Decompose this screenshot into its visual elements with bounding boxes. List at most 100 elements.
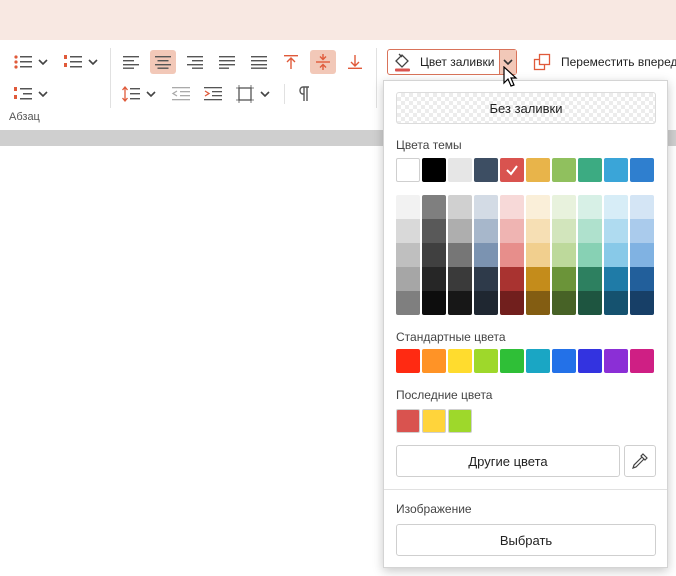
theme-shade-swatch[interactable] xyxy=(526,243,550,267)
theme-shade-swatch[interactable] xyxy=(552,195,576,219)
bring-forward-button[interactable]: Переместить вперед xyxy=(533,50,676,74)
standard-color-swatch[interactable] xyxy=(396,349,420,373)
theme-shade-swatch[interactable] xyxy=(500,291,524,315)
multilevel-dropdown-chevron-icon[interactable] xyxy=(37,82,49,106)
theme-color-swatch[interactable] xyxy=(448,158,472,182)
theme-shade-swatch[interactable] xyxy=(526,267,550,291)
theme-color-swatch[interactable] xyxy=(396,158,420,182)
theme-shade-swatch[interactable] xyxy=(396,219,420,243)
bullets-dropdown-chevron-icon[interactable] xyxy=(37,50,49,74)
text-box-margins-button[interactable] xyxy=(232,82,258,106)
standard-color-swatch[interactable] xyxy=(474,349,498,373)
theme-shade-swatch[interactable] xyxy=(578,267,602,291)
increase-indent-button[interactable] xyxy=(200,82,226,106)
numbering-dropdown-chevron-icon[interactable] xyxy=(87,50,99,74)
theme-shade-swatch[interactable] xyxy=(422,243,446,267)
standard-color-swatch[interactable] xyxy=(630,349,654,373)
theme-color-swatch[interactable] xyxy=(604,158,628,182)
theme-shade-swatch[interactable] xyxy=(604,195,628,219)
fill-color-button[interactable]: Цвет заливки xyxy=(387,49,517,75)
theme-shade-swatch[interactable] xyxy=(396,243,420,267)
multilevel-list-button[interactable] xyxy=(10,82,36,106)
theme-shade-swatch[interactable] xyxy=(578,291,602,315)
theme-shade-swatch[interactable] xyxy=(474,195,498,219)
theme-shade-swatch[interactable] xyxy=(396,195,420,219)
theme-shade-swatch[interactable] xyxy=(422,219,446,243)
justify-button[interactable] xyxy=(214,50,240,74)
align-middle-button[interactable] xyxy=(310,50,336,74)
standard-color-swatch[interactable] xyxy=(422,349,446,373)
standard-color-swatch[interactable] xyxy=(578,349,602,373)
theme-color-swatch[interactable] xyxy=(552,158,576,182)
theme-shade-swatch[interactable] xyxy=(396,291,420,315)
theme-shade-swatch[interactable] xyxy=(448,219,472,243)
show-formatting-marks-button[interactable] xyxy=(291,82,317,106)
bullets-button[interactable] xyxy=(10,50,36,74)
theme-shade-swatch[interactable] xyxy=(630,267,654,291)
theme-shade-swatch[interactable] xyxy=(604,267,628,291)
theme-shade-swatch[interactable] xyxy=(422,291,446,315)
theme-shade-swatch[interactable] xyxy=(500,195,524,219)
theme-shade-swatch[interactable] xyxy=(604,243,628,267)
align-center-button[interactable] xyxy=(150,50,176,74)
theme-shade-swatch[interactable] xyxy=(526,195,550,219)
standard-color-swatch[interactable] xyxy=(604,349,628,373)
theme-shade-swatch[interactable] xyxy=(500,219,524,243)
theme-shade-swatch[interactable] xyxy=(630,243,654,267)
theme-shade-swatch[interactable] xyxy=(500,243,524,267)
theme-shade-swatch[interactable] xyxy=(630,195,654,219)
standard-color-swatch[interactable] xyxy=(448,349,472,373)
align-left-button[interactable] xyxy=(118,50,144,74)
theme-shade-swatch[interactable] xyxy=(604,291,628,315)
text-margins-dropdown-chevron-icon[interactable] xyxy=(259,82,271,106)
other-colors-button[interactable]: Другие цвета xyxy=(396,445,620,477)
theme-shade-swatch[interactable] xyxy=(604,219,628,243)
theme-color-swatch[interactable] xyxy=(630,158,654,182)
recent-color-swatch[interactable] xyxy=(422,409,446,433)
distribute-button[interactable] xyxy=(246,50,272,74)
theme-color-swatch[interactable] xyxy=(526,158,550,182)
theme-color-swatch[interactable] xyxy=(578,158,602,182)
theme-shade-swatch[interactable] xyxy=(474,243,498,267)
standard-color-swatch[interactable] xyxy=(526,349,550,373)
theme-shade-swatch[interactable] xyxy=(422,195,446,219)
no-fill-button[interactable]: Без заливки xyxy=(396,92,656,124)
theme-shade-swatch[interactable] xyxy=(448,291,472,315)
recent-color-swatch[interactable] xyxy=(396,409,420,433)
recent-color-swatch[interactable] xyxy=(448,409,472,433)
numbering-button[interactable] xyxy=(60,50,86,74)
theme-shade-swatch[interactable] xyxy=(526,291,550,315)
theme-shade-swatch[interactable] xyxy=(396,267,420,291)
theme-shade-swatch[interactable] xyxy=(474,267,498,291)
eyedropper-button[interactable] xyxy=(624,445,656,477)
theme-shade-swatch[interactable] xyxy=(552,267,576,291)
theme-shade-swatch[interactable] xyxy=(474,219,498,243)
decrease-indent-button[interactable] xyxy=(168,82,194,106)
theme-shade-swatch[interactable] xyxy=(552,243,576,267)
theme-shade-swatch[interactable] xyxy=(630,219,654,243)
theme-color-swatch[interactable] xyxy=(474,158,498,182)
theme-color-swatch[interactable] xyxy=(500,158,524,182)
theme-shade-swatch[interactable] xyxy=(448,195,472,219)
theme-shade-swatch[interactable] xyxy=(474,291,498,315)
theme-color-swatch[interactable] xyxy=(422,158,446,182)
theme-shade-swatch[interactable] xyxy=(448,243,472,267)
choose-image-button[interactable]: Выбрать xyxy=(396,524,656,556)
align-top-button[interactable] xyxy=(278,50,304,74)
line-spacing-dropdown-chevron-icon[interactable] xyxy=(145,82,157,106)
theme-shade-swatch[interactable] xyxy=(422,267,446,291)
theme-shade-swatch[interactable] xyxy=(526,219,550,243)
theme-shade-swatch[interactable] xyxy=(630,291,654,315)
theme-shade-swatch[interactable] xyxy=(578,195,602,219)
standard-color-swatch[interactable] xyxy=(552,349,576,373)
theme-shade-swatch[interactable] xyxy=(578,243,602,267)
line-spacing-button[interactable] xyxy=(118,82,144,106)
align-bottom-button[interactable] xyxy=(342,50,368,74)
theme-shade-swatch[interactable] xyxy=(448,267,472,291)
standard-color-swatch[interactable] xyxy=(500,349,524,373)
theme-shade-swatch[interactable] xyxy=(500,267,524,291)
theme-shade-swatch[interactable] xyxy=(552,219,576,243)
align-right-button[interactable] xyxy=(182,50,208,74)
theme-shade-swatch[interactable] xyxy=(552,291,576,315)
theme-shade-swatch[interactable] xyxy=(578,219,602,243)
